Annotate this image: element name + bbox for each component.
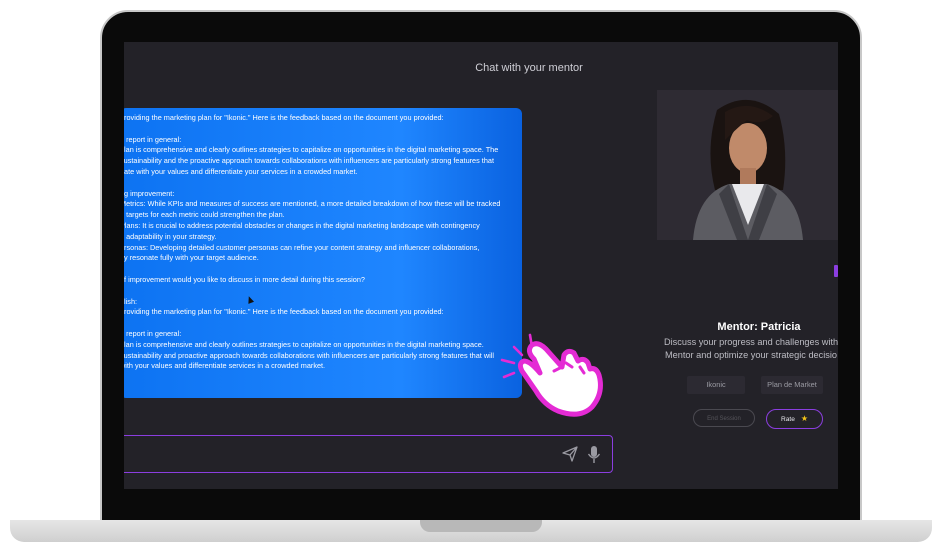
- message-line: Plans: It is crucial to address potentia…: [124, 220, 480, 230]
- message-line: [124, 318, 522, 329]
- message-line: nate with your values and differentiate …: [124, 166, 358, 176]
- message-line: sustainability and proactive approach to…: [124, 350, 494, 360]
- message-line: of improvement would you like to discuss…: [124, 274, 365, 284]
- message-line: [124, 286, 522, 297]
- laptop-base-notch: [420, 520, 542, 532]
- chat-composer[interactable]: [124, 435, 613, 473]
- mentor-description: Discuss your progress and challenges wit…: [664, 336, 838, 362]
- message-line: providing the marketing plan for "Ikonic…: [124, 113, 444, 122]
- message-line: sustainability and the proactive approac…: [124, 156, 494, 166]
- rate-button[interactable]: Rate ★: [766, 409, 823, 429]
- message-line: plan is comprehensive and clearly outlin…: [124, 145, 499, 155]
- scrollbar-thumb[interactable]: [834, 265, 838, 277]
- message-line: e report in general:: [124, 134, 182, 144]
- mentor-name: Mentor: Patricia: [717, 321, 801, 333]
- send-icon[interactable]: [561, 445, 579, 463]
- message-line: ng improvement:: [124, 188, 175, 198]
- mentor-description-line: Mentor and optimize your strategic decis…: [664, 350, 838, 360]
- message-line: g adaptability in your strategy.: [124, 231, 217, 241]
- tap-gesture-hand-icon: [500, 333, 603, 417]
- mentor-portrait-panel: [657, 90, 838, 240]
- message-line: e targets for each metric could strength…: [124, 210, 285, 220]
- microphone-icon[interactable]: [586, 445, 602, 465]
- message-line: plan is comprehensive and clearly outlin…: [124, 339, 484, 349]
- message-line: [124, 178, 522, 189]
- app-screen: Chat with your mentor providing the mark…: [124, 42, 838, 489]
- message-line: ersonas: Developing detailed customer pe…: [124, 242, 480, 252]
- mentor-description-line: Discuss your progress and challenges wit…: [664, 337, 838, 347]
- mentor-avatar: [657, 90, 838, 240]
- star-icon: ★: [800, 414, 809, 423]
- message-line: ey resonate fully with your target audie…: [124, 253, 259, 263]
- message-line: [124, 124, 522, 135]
- message-line: with your values and differentiate servi…: [124, 361, 326, 371]
- message-line: [124, 264, 522, 275]
- message-line: providing the marketing plan for "Ikonic…: [124, 307, 444, 317]
- message-line: e report in general:: [124, 328, 182, 338]
- message-line: Metrics: While KPIs and measures of succ…: [124, 199, 501, 209]
- end-session-button[interactable]: End Session: [693, 409, 755, 427]
- tag-document: Plan de Market: [761, 376, 823, 394]
- message-line: glish:: [124, 296, 138, 306]
- mentor-message-bubble: providing the marketing plan for "Ikonic…: [124, 108, 522, 398]
- chat-title: Chat with your mentor: [475, 62, 583, 74]
- rate-button-label: Rate: [780, 416, 795, 423]
- tag-company: Ikonic: [687, 376, 745, 394]
